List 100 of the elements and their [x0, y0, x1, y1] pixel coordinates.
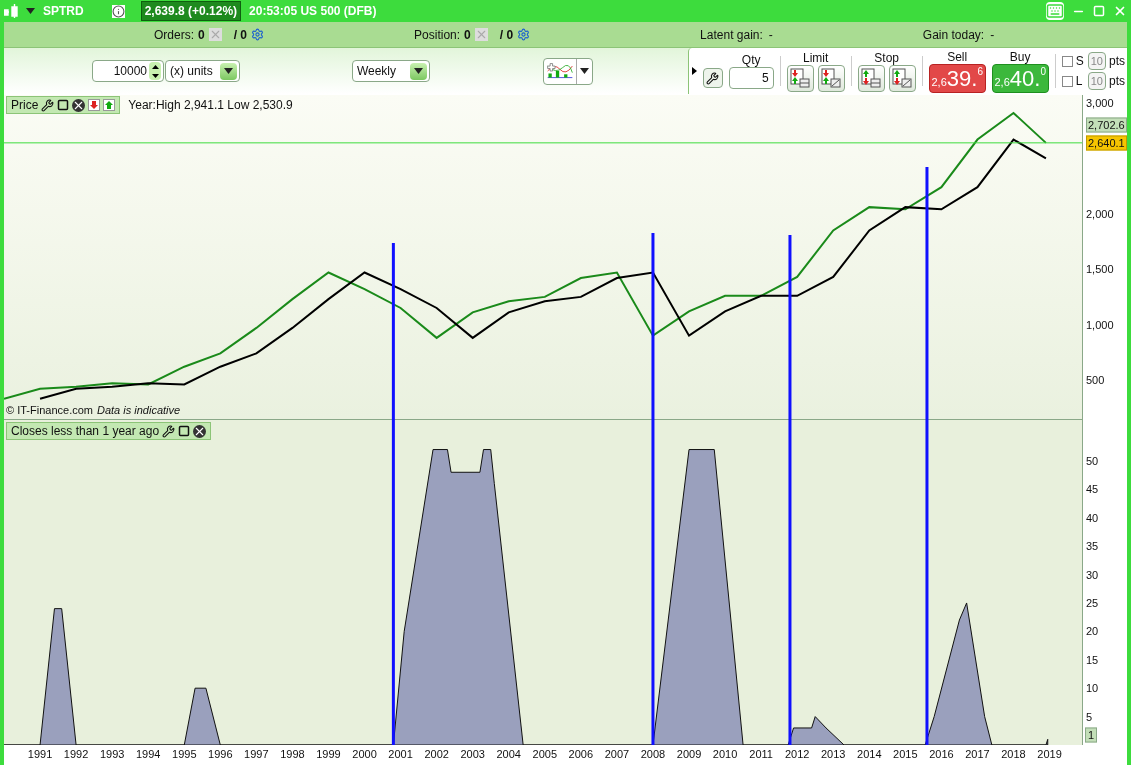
panel-title: Price: [11, 97, 39, 114]
axis-label: 2018: [1001, 748, 1026, 760]
axis-label: 2,000: [1086, 207, 1114, 220]
order-arrows-icon: [821, 68, 842, 88]
axis-label: 1994: [135, 748, 161, 760]
points-unit: pts: [1108, 73, 1125, 90]
qty-label: Qty: [741, 53, 761, 67]
order-arrows-icon: [892, 68, 913, 88]
axis-label: 2016: [929, 748, 954, 760]
info-icon[interactable]: [111, 4, 125, 18]
axis-label: 20: [1086, 625, 1099, 638]
up-arrow-icon[interactable]: [103, 99, 116, 111]
stop-type-label: L: [1075, 73, 1084, 90]
wrench-icon[interactable]: [162, 424, 176, 438]
year-range: Year:High 2,941.1 Low 2,530.9: [128, 97, 293, 114]
order-arrows-icon: [861, 68, 882, 88]
down-arrow-icon[interactable]: [88, 99, 101, 111]
axis-label: 2008: [640, 748, 666, 760]
axis-label: 2011: [749, 748, 773, 760]
axis-label: 1999: [316, 748, 341, 760]
dropdown-icon: [26, 8, 35, 14]
axis-label: 2017: [965, 748, 990, 760]
count-value: 0: [198, 26, 205, 44]
axis-label: 1996: [208, 748, 233, 760]
order-arrows-icon: [790, 68, 811, 88]
axis-label: 1,000: [1086, 318, 1114, 331]
axis-label: 1,500: [1086, 263, 1114, 276]
caret-icon: [414, 68, 424, 74]
axis-label: 50: [1086, 454, 1099, 467]
axis-label: 5: [1086, 710, 1093, 723]
count-value: 0: [464, 26, 471, 44]
symbol-name: SPTRD: [43, 3, 84, 20]
axis-label: 1997: [244, 748, 269, 760]
order-button[interactable]: [888, 64, 916, 92]
unit-dropdown[interactable]: (x) units: [165, 60, 240, 82]
axis-label: 2010: [712, 748, 738, 760]
close-icon[interactable]: [193, 424, 207, 438]
axis-label: 2013: [821, 748, 846, 760]
spin-down-icon[interactable]: [151, 73, 159, 78]
axis-label: 1991: [27, 748, 53, 760]
axis-label: 45: [1086, 483, 1099, 496]
axis-label: 40: [1086, 511, 1099, 524]
disclaimer-text: Data is indicative: [96, 402, 181, 418]
axis-label: 1998: [280, 748, 305, 760]
axis-label: 2007: [604, 748, 630, 760]
axis-label: 3,000: [1086, 96, 1114, 109]
latent-gain-label: Latent gain:: [700, 26, 763, 44]
latent-gain-value: -: [768, 26, 773, 44]
axis-label: 2009: [676, 748, 702, 760]
price-label: Sell: [947, 49, 968, 64]
order-button[interactable]: [786, 64, 814, 92]
axis-label: 2015: [893, 748, 918, 760]
candlestick-icon: [4, 4, 18, 18]
wrench-icon[interactable]: [41, 98, 55, 112]
axis-label: 2003: [460, 748, 485, 760]
caret-icon: [579, 68, 589, 74]
expand-icon[interactable]: [691, 67, 697, 75]
price-label: Buy: [1009, 49, 1031, 64]
current-value-marker: 1: [1085, 727, 1098, 743]
axis-label: 2006: [568, 748, 594, 760]
axis-label: 1995: [172, 748, 197, 760]
period-dropdown[interactable]: Weekly: [351, 60, 431, 82]
axis-label: 2019: [1037, 748, 1062, 760]
price-marker: 2,702.6: [1086, 117, 1127, 133]
gain-today-label: Gain today:: [922, 26, 985, 44]
order-button[interactable]: [817, 64, 845, 92]
gain-today-value: -: [990, 26, 995, 44]
quantity-field[interactable]: 10000: [91, 60, 165, 82]
axis-label: 2000: [352, 748, 377, 760]
axis-label: 1992: [63, 748, 89, 760]
quote-info: 20:53:05 US 500 (DFB): [249, 3, 377, 20]
close-icon[interactable]: [72, 98, 86, 112]
total-value: / 0: [499, 26, 514, 44]
axis-label: 35: [1086, 540, 1099, 553]
stop-type-label: S: [1075, 53, 1085, 70]
limit-label: Limit: [803, 50, 829, 65]
panel-title: Closes less than 1 year ago: [11, 423, 160, 440]
settings-icon[interactable]: [517, 28, 531, 41]
total-value: / 0: [233, 26, 248, 44]
axis-label: 2014: [857, 748, 882, 760]
window-icon[interactable]: [178, 425, 191, 437]
wrench-button[interactable]: [702, 68, 723, 88]
axis-label: 25: [1086, 596, 1099, 609]
summary-label: Orders:: [154, 26, 194, 44]
spin-up-icon[interactable]: [151, 64, 159, 69]
axis-label: 2012: [784, 748, 810, 760]
window-icon[interactable]: [57, 99, 70, 111]
qty-field[interactable]: 5: [728, 67, 774, 89]
axis-label: 10: [1086, 682, 1099, 695]
axis-label: 2004: [496, 748, 521, 760]
axis-label: 2005: [532, 748, 558, 760]
settings-icon[interactable]: [251, 28, 265, 41]
indicator-button[interactable]: [542, 57, 593, 85]
price-change: 2,639.8 (+0.12%): [140, 1, 242, 21]
axis-label: 30: [1086, 568, 1099, 581]
points-unit: pts: [1108, 53, 1125, 70]
stop-label: Stop: [874, 50, 900, 65]
axis-label: 500: [1086, 374, 1105, 386]
current-price-marker: 2,640.1: [1086, 135, 1127, 151]
order-button[interactable]: [857, 64, 885, 92]
